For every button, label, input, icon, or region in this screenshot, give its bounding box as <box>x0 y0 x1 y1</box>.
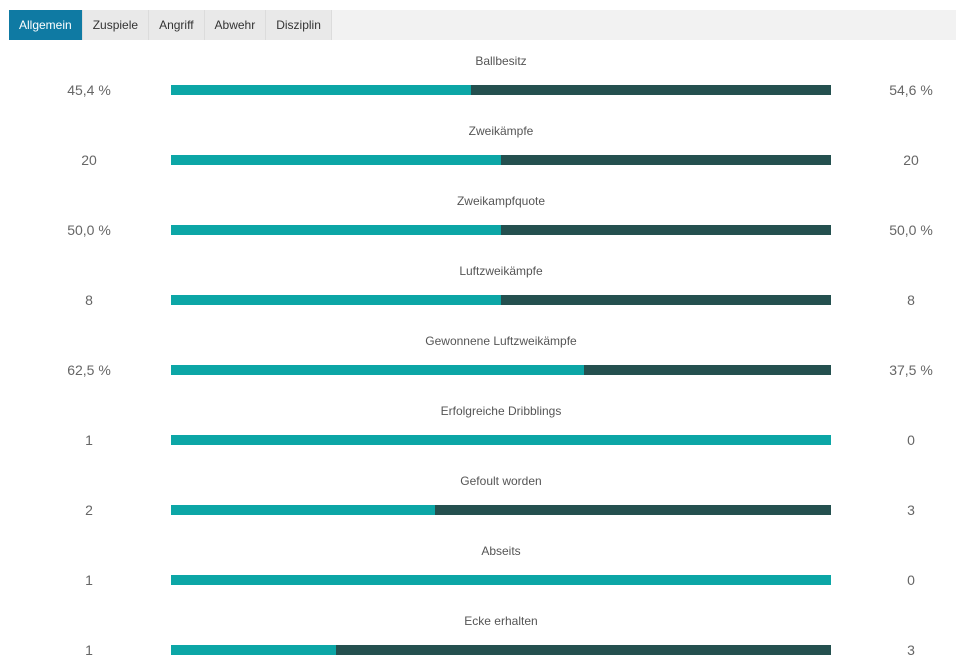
away-value: 0 <box>907 432 915 448</box>
home-value: 1 <box>85 572 93 588</box>
stat-label: Zweikämpfe <box>468 124 534 138</box>
home-share-bar <box>171 365 584 375</box>
stat-label: Zweikampfquote <box>456 194 546 208</box>
stat-row-gefoult-worden: Gefoult worden 2 3 <box>0 460 956 530</box>
home-value: 8 <box>85 292 93 308</box>
comparison-bar <box>171 295 831 305</box>
stats-comparison-list: Ballbesitz 45,4 % 54,6 % Zweikämpfe 20 2… <box>0 40 956 670</box>
away-value: 50,0 % <box>889 222 933 238</box>
comparison-bar <box>171 505 831 515</box>
home-share-bar <box>171 505 435 515</box>
stat-label: Ballbesitz <box>475 54 527 68</box>
home-share-bar <box>171 435 831 445</box>
tab-angriff[interactable]: Angriff <box>149 10 205 40</box>
home-share-bar <box>171 645 336 655</box>
stat-row-ecke-erhalten: Ecke erhalten 1 3 <box>0 600 956 670</box>
home-value: 62,5 % <box>67 362 111 378</box>
home-value: 45,4 % <box>67 82 111 98</box>
comparison-bar <box>171 85 831 95</box>
away-value: 20 <box>903 152 919 168</box>
stat-row-zweikampfquote: Zweikampfquote 50,0 % 50,0 % <box>0 180 956 250</box>
comparison-bar <box>171 225 831 235</box>
comparison-bar <box>171 155 831 165</box>
home-share-bar <box>171 85 471 95</box>
home-share-bar <box>171 295 501 305</box>
comparison-bar <box>171 575 831 585</box>
stat-row-ballbesitz: Ballbesitz 45,4 % 54,6 % <box>0 40 956 110</box>
stat-label: Ecke erhalten <box>464 614 538 628</box>
stat-label: Abseits <box>481 544 521 558</box>
away-value: 3 <box>907 502 915 518</box>
tab-disziplin[interactable]: Disziplin <box>266 10 332 40</box>
home-share-bar <box>171 225 501 235</box>
stat-label: Erfolgreiche Dribblings <box>440 404 562 418</box>
away-value: 3 <box>907 642 915 658</box>
away-value: 8 <box>907 292 915 308</box>
tab-allgemein[interactable]: Allgemein <box>9 10 83 40</box>
home-value: 1 <box>85 432 93 448</box>
stat-row-erfolgreiche-dribblings: Erfolgreiche Dribblings 1 0 <box>0 390 956 460</box>
stat-row-luftzweikaempfe: Luftzweikämpfe 8 8 <box>0 250 956 320</box>
away-value: 54,6 % <box>889 82 933 98</box>
tab-zuspiele[interactable]: Zuspiele <box>82 10 150 40</box>
comparison-bar <box>171 435 831 445</box>
stat-row-gewonnene-luftzweikaempfe: Gewonnene Luftzweikämpfe 62,5 % 37,5 % <box>0 320 956 390</box>
comparison-bar <box>171 365 831 375</box>
home-value: 50,0 % <box>67 222 111 238</box>
stat-row-zweikaempfe: Zweikämpfe 20 20 <box>0 110 956 180</box>
stats-tab-bar: Allgemein Zuspiele Angriff Abwehr Diszip… <box>9 10 956 40</box>
stat-row-abseits: Abseits 1 0 <box>0 530 956 600</box>
home-value: 2 <box>85 502 93 518</box>
home-value: 1 <box>85 642 93 658</box>
home-value: 20 <box>81 152 97 168</box>
home-share-bar <box>171 155 501 165</box>
home-share-bar <box>171 575 831 585</box>
away-value: 0 <box>907 572 915 588</box>
stat-label: Gefoult worden <box>460 474 542 488</box>
tab-abwehr[interactable]: Abwehr <box>204 10 267 40</box>
stat-label: Gewonnene Luftzweikämpfe <box>425 334 577 348</box>
stat-label: Luftzweikämpfe <box>459 264 543 278</box>
away-value: 37,5 % <box>889 362 933 378</box>
comparison-bar <box>171 645 831 655</box>
